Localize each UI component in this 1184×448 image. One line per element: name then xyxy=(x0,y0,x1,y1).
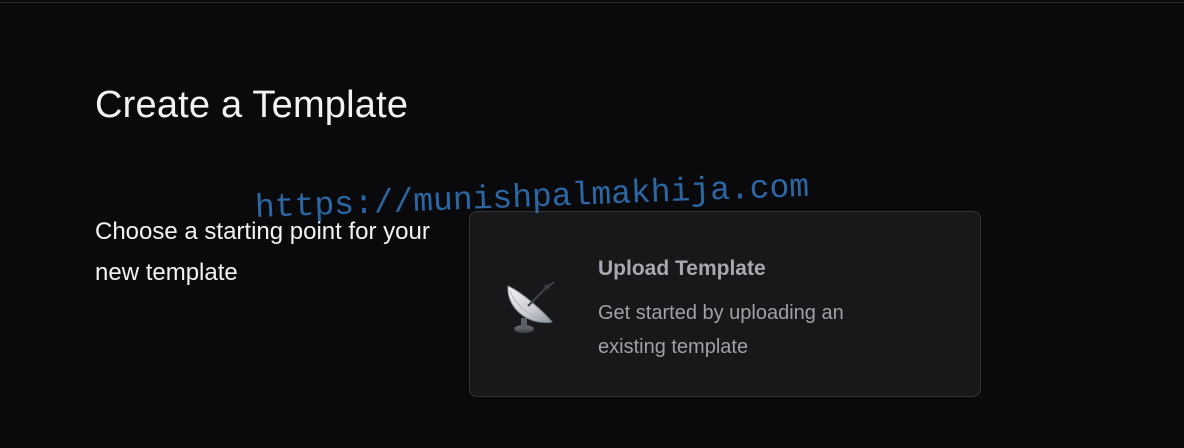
upload-template-description: Get started by uploading an existing tem… xyxy=(598,302,844,358)
upload-template-title: Upload Template xyxy=(598,257,766,280)
satellite-dish-icon xyxy=(504,278,562,336)
page-subtitle: Choose a starting point for your new tem… xyxy=(95,218,430,286)
page: Create a Template Choose a starting poin… xyxy=(0,0,1184,448)
page-title: Create a Template xyxy=(95,84,409,126)
upload-template-card[interactable]: Upload Template Get started by uploading… xyxy=(469,211,981,397)
top-divider xyxy=(0,2,1184,3)
